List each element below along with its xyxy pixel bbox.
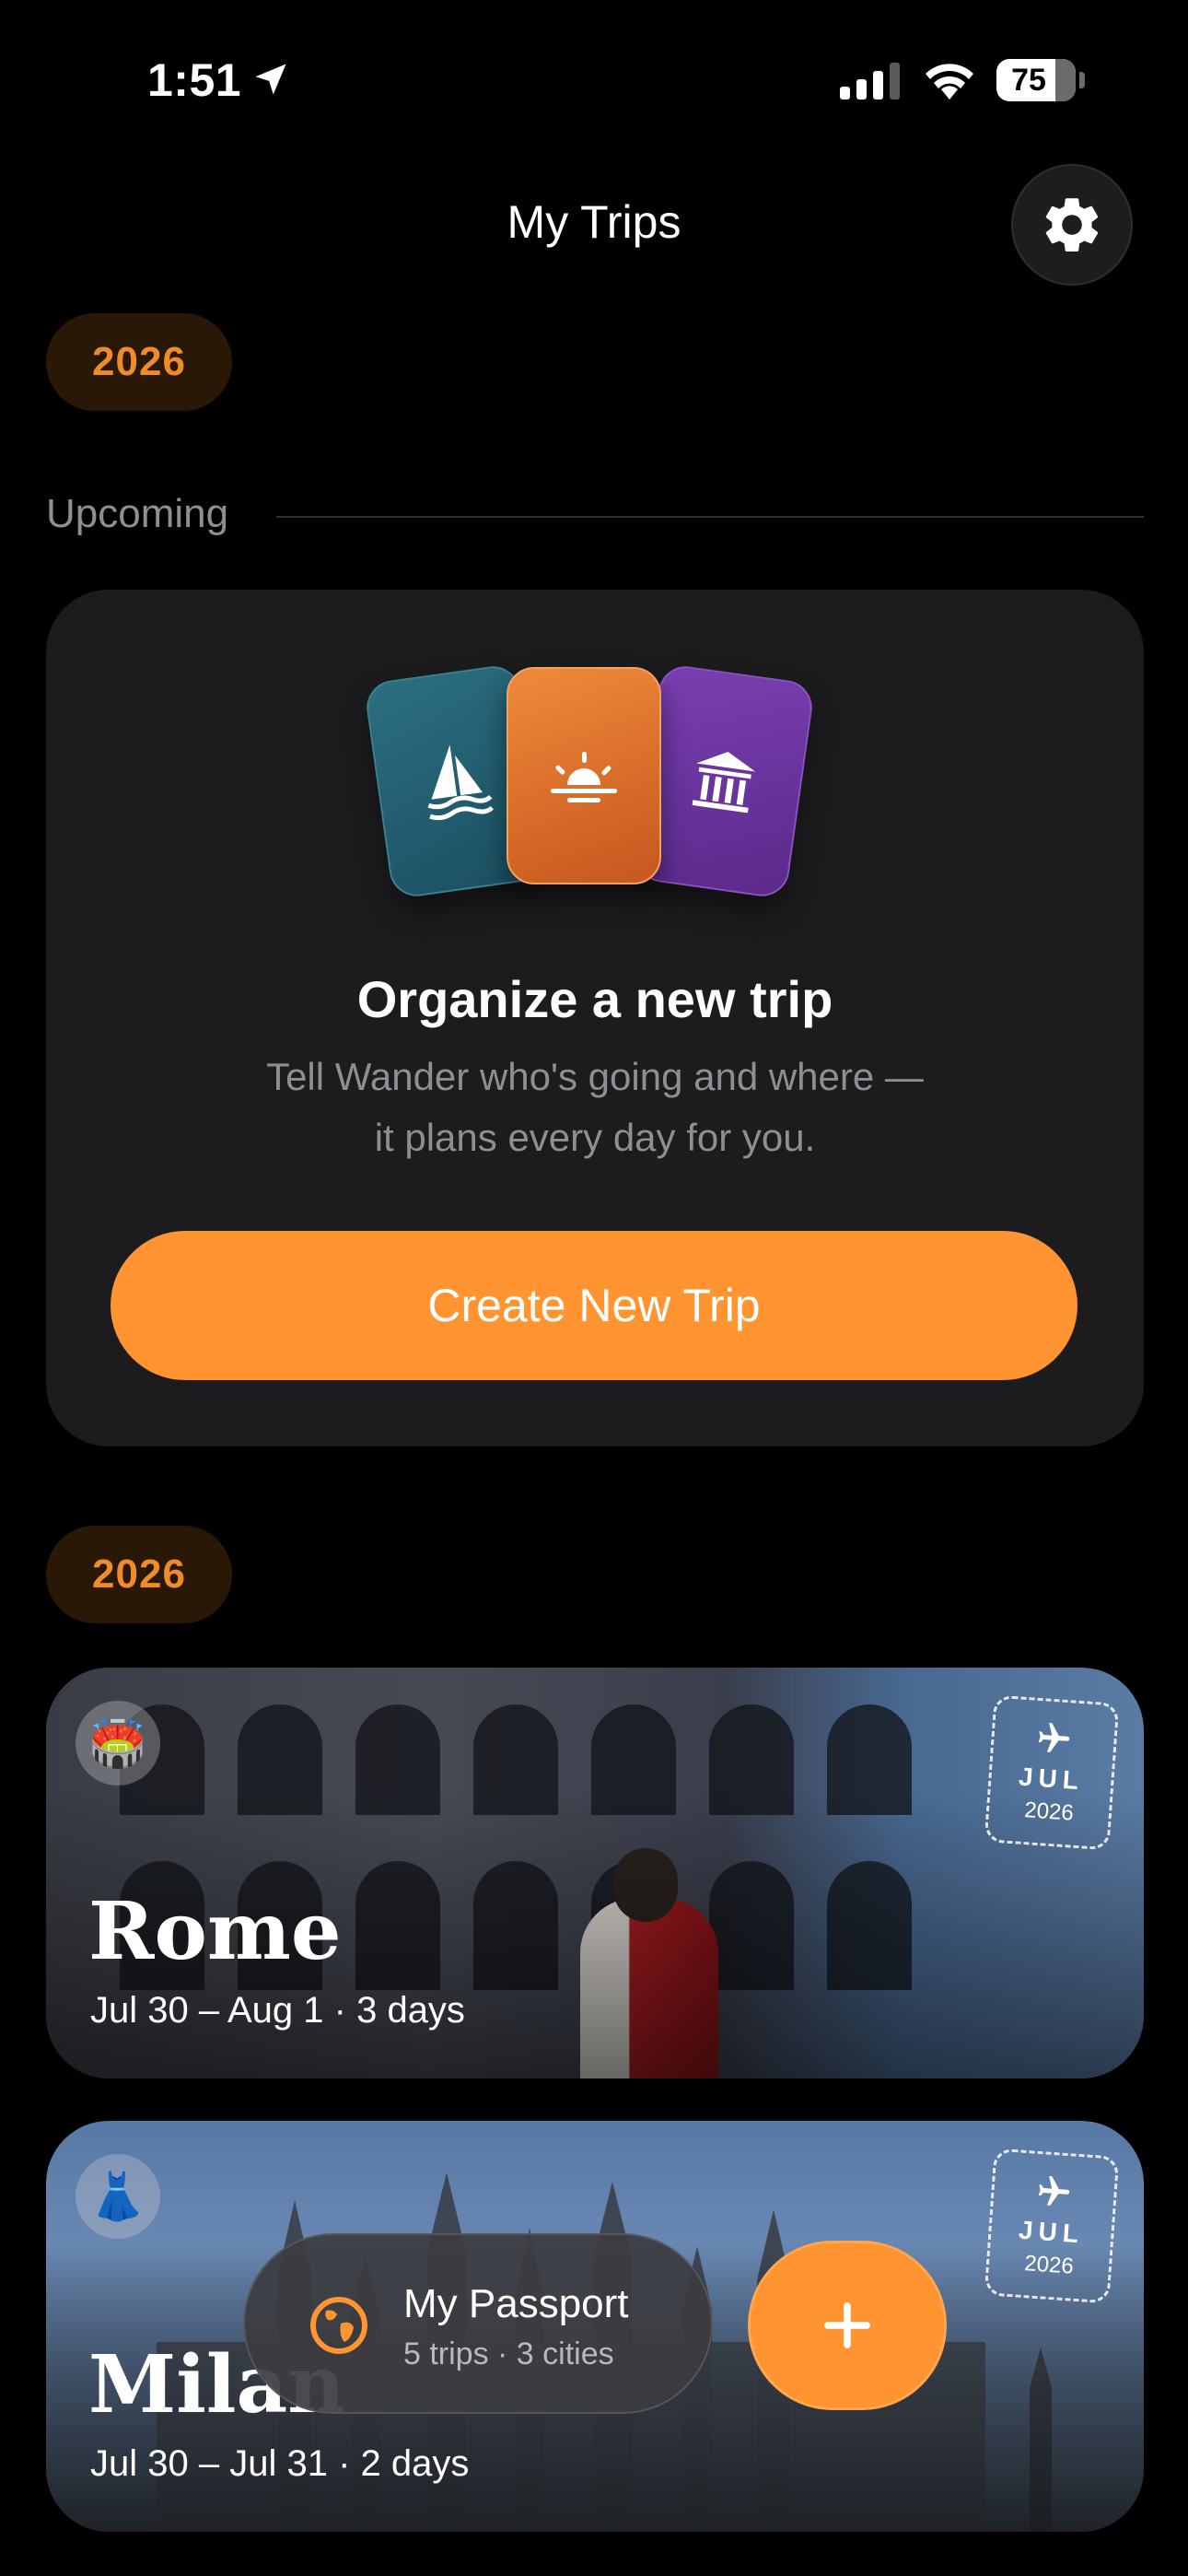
airplane-icon bbox=[1038, 2175, 1070, 2206]
stamp-month: JUL bbox=[1018, 1762, 1085, 1796]
page-title: My Trips bbox=[507, 196, 681, 248]
passport-title: My Passport bbox=[403, 2281, 629, 2326]
trip-dates: Jul 30 – Aug 1 · 3 days bbox=[90, 1990, 465, 2031]
trip-cards-illustration bbox=[357, 656, 836, 905]
trip-emoji-badge: 🏟️ bbox=[76, 1701, 160, 1786]
sunrise-card bbox=[507, 667, 661, 884]
year-pill: 2026 bbox=[46, 313, 232, 411]
cellular-signal-icon bbox=[840, 63, 900, 100]
status-time: 1:51 bbox=[147, 54, 242, 106]
museum-icon bbox=[692, 752, 756, 814]
create-trip-title: Organize a new trip bbox=[356, 970, 833, 1028]
section-divider bbox=[276, 516, 1144, 518]
add-trip-button[interactable] bbox=[748, 2241, 947, 2410]
year-pill: 2026 bbox=[46, 1526, 232, 1623]
sunrise-icon bbox=[551, 752, 617, 802]
date-stamp: JUL 2026 bbox=[984, 2148, 1120, 2304]
airplane-icon bbox=[1038, 1722, 1070, 1752]
settings-button[interactable] bbox=[1011, 164, 1133, 286]
plus-icon bbox=[824, 2302, 870, 2348]
stamp-year: 2026 bbox=[1023, 2251, 1075, 2279]
subtitle-line-2: it plans every day for you. bbox=[374, 1116, 816, 1159]
gear-icon bbox=[1045, 198, 1099, 252]
trip-card-rome[interactable]: 🏟️ JUL 2026 Rome Jul 30 – Aug 1 · 3 days bbox=[46, 1668, 1144, 2078]
sailboat-icon bbox=[427, 744, 495, 821]
subtitle-line-1: Tell Wander who's going and where — bbox=[266, 1055, 924, 1098]
my-passport-button[interactable]: My Passport 5 trips · 3 cities bbox=[243, 2233, 713, 2414]
location-arrow-icon bbox=[255, 64, 286, 95]
stamp-month: JUL bbox=[1018, 2215, 1085, 2249]
stamp-year: 2026 bbox=[1023, 1797, 1075, 1826]
create-new-trip-button[interactable]: Create New Trip bbox=[111, 1231, 1077, 1380]
section-label-upcoming: Upcoming bbox=[46, 491, 229, 536]
trip-emoji-badge: 👗 bbox=[76, 2154, 160, 2239]
battery-indicator: 75 bbox=[996, 59, 1085, 101]
wifi-icon bbox=[926, 64, 973, 100]
create-trip-subtitle: Tell Wander who's going and where — it p… bbox=[184, 1047, 1006, 1168]
battery-level: 75 bbox=[1011, 63, 1046, 98]
date-stamp: JUL 2026 bbox=[984, 1694, 1120, 1851]
passport-subtitle: 5 trips · 3 cities bbox=[403, 2336, 614, 2371]
trip-city: Rome bbox=[88, 1885, 342, 1978]
trip-dates: Jul 30 – Jul 31 · 2 days bbox=[90, 2443, 470, 2484]
globe-icon bbox=[310, 2297, 367, 2354]
